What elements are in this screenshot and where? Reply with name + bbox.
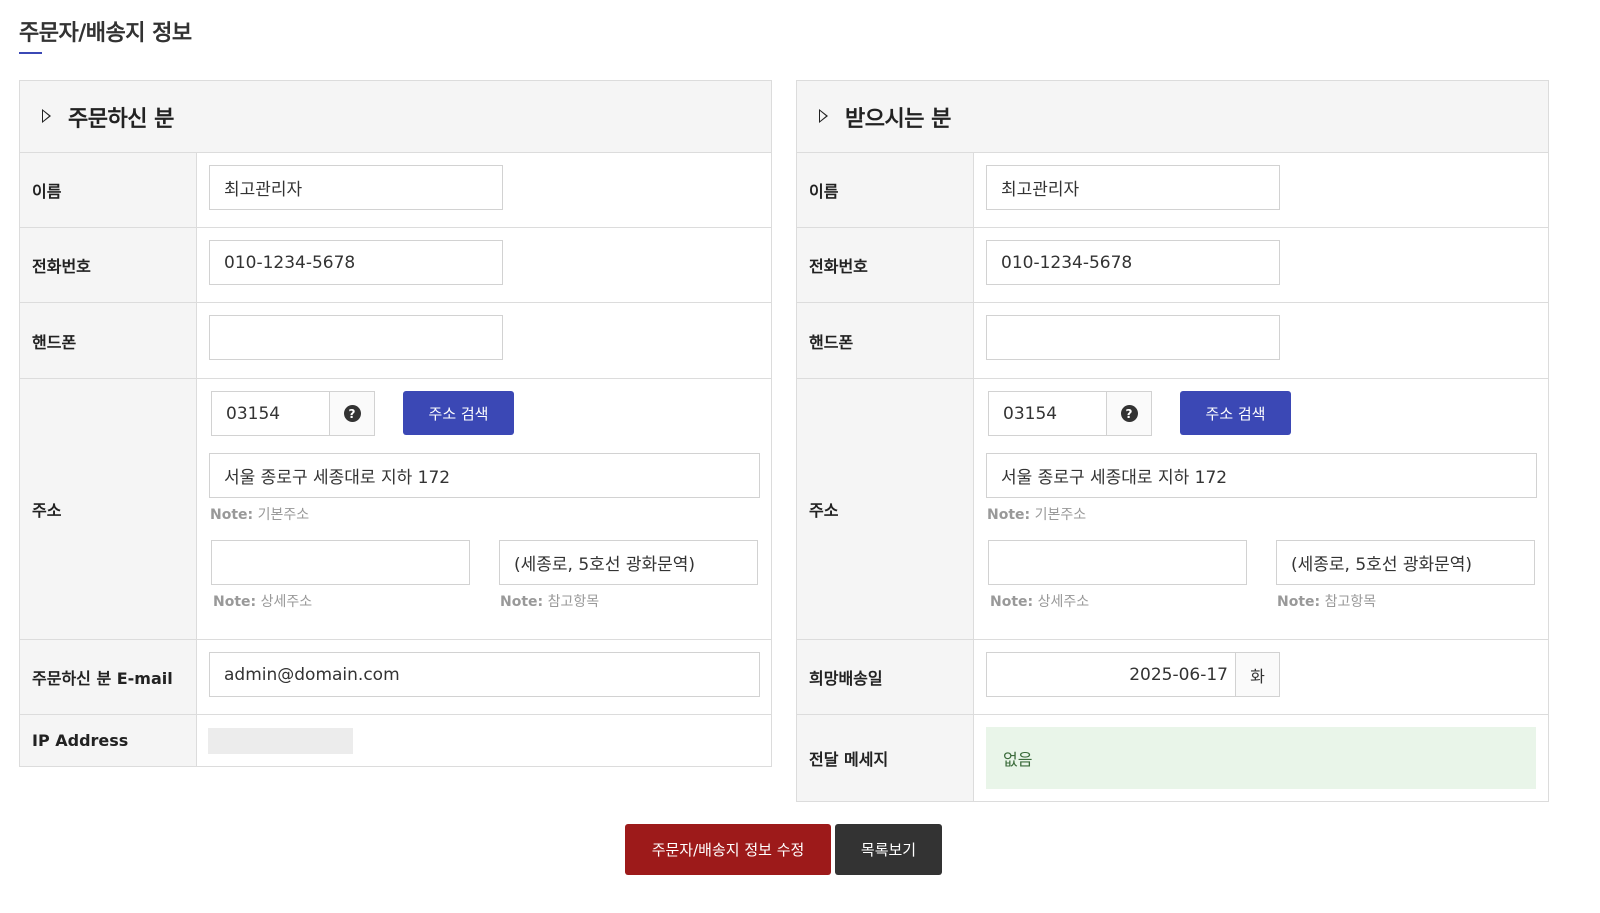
list-view-button[interactable]: 목록보기 bbox=[835, 824, 942, 875]
orderer-panel-header: 주문하신 분 bbox=[20, 81, 771, 153]
receiver-note-basic: Note: 기본주소 bbox=[987, 504, 1086, 524]
note-prefix: Note: bbox=[210, 507, 254, 523]
orderer-ip-label: IP Address bbox=[20, 715, 197, 766]
note-basic-text: 기본주소 bbox=[257, 507, 310, 523]
receiver-mobile-input[interactable] bbox=[986, 315, 1280, 360]
note-prefix: Note: bbox=[1277, 594, 1321, 610]
orderer-note-ref: Note: 참고항목 bbox=[500, 591, 599, 611]
orderer-mobile-label: 핸드폰 bbox=[20, 303, 197, 378]
receiver-address-label: 주소 bbox=[797, 379, 974, 639]
page-title: 주문자/배송지 정보 bbox=[19, 21, 192, 46]
orderer-phone-row: 전화번호 010-1234-5678 bbox=[20, 228, 771, 303]
note-prefix: Note: bbox=[990, 594, 1034, 610]
receiver-address-detail-input[interactable] bbox=[988, 540, 1247, 585]
note-prefix: Note: bbox=[987, 507, 1031, 523]
receiver-note-ref: Note: 참고항목 bbox=[1277, 591, 1376, 611]
orderer-name-row: 이름 최고관리자 bbox=[20, 153, 771, 228]
receiver-panel: 받으시는 분 이름 최고관리자 전화번호 010-1234-5678 핸드폰 주… bbox=[796, 80, 1549, 802]
receiver-address-search-button[interactable]: 주소 검색 bbox=[1180, 391, 1291, 435]
orderer-ip-row: IP Address bbox=[20, 715, 771, 766]
receiver-name-input[interactable]: 최고관리자 bbox=[986, 165, 1280, 210]
orderer-name-input[interactable]: 최고관리자 bbox=[209, 165, 503, 210]
receiver-note-detail: Note: 상세주소 bbox=[990, 591, 1089, 611]
orderer-name-label: 이름 bbox=[20, 153, 197, 227]
note-detail-text: 상세주소 bbox=[1037, 594, 1090, 610]
orderer-zip-input[interactable]: 03154 bbox=[211, 391, 330, 436]
question-circle-icon: ? bbox=[343, 405, 361, 422]
receiver-mobile-row: 핸드폰 bbox=[797, 303, 1548, 379]
orderer-mobile-input[interactable] bbox=[209, 315, 503, 360]
orderer-mobile-row: 핸드폰 bbox=[20, 303, 771, 379]
receiver-panel-header: 받으시는 분 bbox=[797, 81, 1548, 153]
delivery-message-value: 없음 bbox=[986, 727, 1536, 789]
triangle-right-icon bbox=[42, 109, 51, 123]
receiver-address-row: 주소 03154 ? 주소 검색 서울 종로구 세종대로 지하 172 Note… bbox=[797, 379, 1548, 640]
note-basic-text: 기본주소 bbox=[1034, 507, 1087, 523]
ip-address-value bbox=[208, 728, 353, 754]
receiver-address-basic-input[interactable]: 서울 종로구 세종대로 지하 172 bbox=[986, 453, 1537, 498]
receiver-name-label: 이름 bbox=[797, 153, 974, 227]
orderer-address-row: 주소 03154 ? 주소 검색 서울 종로구 세종대로 지하 172 Note… bbox=[20, 379, 771, 640]
receiver-delivery-date-row: 희망배송일 2025-06-17 화 bbox=[797, 640, 1548, 715]
orderer-note-detail: Note: 상세주소 bbox=[213, 591, 312, 611]
update-info-button[interactable]: 주문자/배송지 정보 수정 bbox=[625, 824, 831, 875]
orderer-email-row: 주문하신 분 E-mail admin@domain.com bbox=[20, 640, 771, 715]
page-title-underline bbox=[19, 52, 42, 54]
triangle-right-icon bbox=[819, 109, 828, 123]
receiver-message-row: 전달 메세지 없음 bbox=[797, 715, 1548, 801]
receiver-mobile-label: 핸드폰 bbox=[797, 303, 974, 378]
orderer-header-title: 주문하신 분 bbox=[68, 107, 174, 132]
orderer-address-search-button[interactable]: 주소 검색 bbox=[403, 391, 514, 435]
orderer-email-input[interactable]: admin@domain.com bbox=[209, 652, 760, 697]
question-circle-icon: ? bbox=[1120, 405, 1138, 422]
receiver-name-row: 이름 최고관리자 bbox=[797, 153, 1548, 228]
orderer-email-label: 주문하신 분 E-mail bbox=[20, 640, 197, 714]
note-prefix: Note: bbox=[500, 594, 544, 610]
orderer-address-basic-input[interactable]: 서울 종로구 세종대로 지하 172 bbox=[209, 453, 760, 498]
orderer-phone-input[interactable]: 010-1234-5678 bbox=[209, 240, 503, 285]
receiver-message-label: 전달 메세지 bbox=[797, 715, 974, 801]
note-ref-text: 참고항목 bbox=[1324, 594, 1377, 610]
orderer-address-ref-input[interactable]: (세종로, 5호선 광화문역) bbox=[499, 540, 758, 585]
orderer-note-basic: Note: 기본주소 bbox=[210, 504, 309, 524]
receiver-phone-label: 전화번호 bbox=[797, 228, 974, 302]
receiver-phone-input[interactable]: 010-1234-5678 bbox=[986, 240, 1280, 285]
delivery-weekday: 화 bbox=[1235, 652, 1280, 697]
orderer-address-detail-input[interactable] bbox=[211, 540, 470, 585]
orderer-phone-label: 전화번호 bbox=[20, 228, 197, 302]
note-ref-text: 참고항목 bbox=[547, 594, 600, 610]
receiver-zip-input[interactable]: 03154 bbox=[988, 391, 1107, 436]
orderer-zip-help[interactable]: ? bbox=[329, 391, 375, 436]
note-prefix: Note: bbox=[213, 594, 257, 610]
receiver-zip-help[interactable]: ? bbox=[1106, 391, 1152, 436]
orderer-address-label: 주소 bbox=[20, 379, 197, 639]
delivery-date-input[interactable]: 2025-06-17 bbox=[986, 652, 1236, 697]
receiver-delivery-date-label: 희망배송일 bbox=[797, 640, 974, 714]
note-detail-text: 상세주소 bbox=[260, 594, 313, 610]
receiver-address-ref-input[interactable]: (세종로, 5호선 광화문역) bbox=[1276, 540, 1535, 585]
orderer-panel: 주문하신 분 이름 최고관리자 전화번호 010-1234-5678 핸드폰 주… bbox=[19, 80, 772, 767]
receiver-phone-row: 전화번호 010-1234-5678 bbox=[797, 228, 1548, 303]
receiver-header-title: 받으시는 분 bbox=[845, 107, 951, 132]
